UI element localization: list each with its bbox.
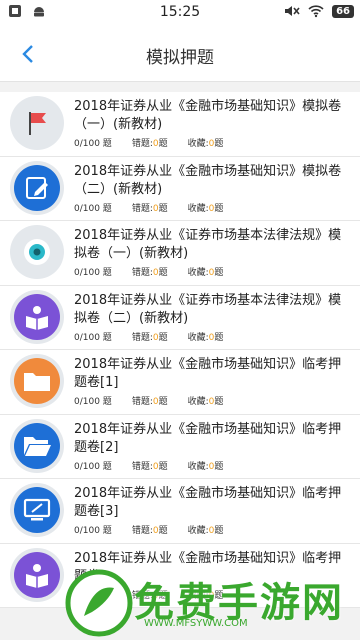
- list-item[interactable]: 2018年证券从业《金融市场基础知识》模拟卷（一）(新教材) 0/100 题 错题:…: [0, 92, 360, 157]
- list-item[interactable]: 2018年证券从业《金融市场基础知识》临考押题卷[2] 0/100 题 错题:0题 收…: [0, 415, 360, 479]
- item-title: 2018年证券从业《金融市场基础知识》模拟卷（二）(新教材): [74, 163, 342, 197]
- book-reader-icon: [14, 551, 60, 598]
- item-meta: 0/100 题 错题:0题 收藏:0题: [74, 330, 243, 343]
- item-icon-circle: [10, 418, 64, 473]
- list-item[interactable]: 2018年证券从业《金融市场基础知识》临考押题卷 0/100 题 错题:0题 收藏:0…: [0, 544, 360, 608]
- nav-bar: 模拟押题: [0, 26, 360, 82]
- item-errors: 错题:0题: [131, 139, 168, 149]
- item-favorites: 收藏:0题: [187, 268, 224, 278]
- item-title: 2018年证券从业《金融市场基础知识》临考押题卷[1]: [74, 357, 342, 390]
- item-meta: 0/100 题 错题:0题 收藏:0题: [74, 523, 243, 536]
- item-icon-circle: [10, 225, 64, 279]
- item-progress: 0/100 题: [74, 268, 112, 278]
- item-errors: 错题:0题: [131, 397, 168, 407]
- mute-icon: [285, 6, 300, 16]
- item-progress: 0/100 题: [74, 332, 112, 343]
- item-meta: 0/100 题 错题:0题 收藏:0题: [74, 394, 243, 407]
- item-icon-circle: [10, 547, 64, 602]
- item-favorites: 收藏:0题: [187, 139, 224, 149]
- item-favorites: 收藏:0题: [187, 203, 224, 214]
- item-title: 2018年证券从业《证券市场基本法律法规》模拟卷（一）(新教材): [74, 228, 342, 261]
- item-meta: 0/100 题 错题:0题 收藏:0题: [74, 136, 243, 149]
- item-progress: 0/100 题: [74, 203, 112, 214]
- item-title: 2018年证券从业《金融市场基础知识》模拟卷（一）(新教材): [74, 99, 342, 132]
- page-title: 模拟押题: [146, 48, 214, 68]
- wifi-icon: [308, 5, 324, 18]
- item-favorites: 收藏:0题: [187, 397, 224, 407]
- item-progress: 0/100 题: [74, 139, 112, 149]
- status-bar: 15:25 66: [0, 0, 360, 26]
- item-progress: 0/100 题: [74, 397, 112, 407]
- item-icon-circle: [10, 289, 64, 344]
- status-icons-right: 66: [284, 4, 354, 18]
- item-meta: 0/100 题 错题:0题 收藏:0题: [74, 459, 243, 472]
- item-errors: 错题:0题: [131, 332, 168, 343]
- list-item[interactable]: 2018年证券从业《金融市场基础知识》临考押题卷[1] 0/100 题 错题:0题 收…: [0, 350, 360, 415]
- list-item[interactable]: 2018年证券从业《证券市场基本法律法规》模拟卷（二）(新教材) 0/100 题 错…: [0, 286, 360, 350]
- item-favorites: 收藏:0题: [187, 590, 224, 601]
- item-errors: 错题:0题: [131, 590, 168, 601]
- item-title: 2018年证券从业《金融市场基础知识》临考押题卷: [74, 550, 342, 584]
- item-icon-circle: [10, 160, 64, 215]
- list-item[interactable]: 2018年证券从业《证券市场基本法律法规》模拟卷（一）(新教材) 0/100 题 错…: [0, 221, 360, 286]
- eye-icon: [14, 229, 60, 275]
- item-errors: 错题:0题: [131, 203, 168, 214]
- item-meta: 0/100 题 错题:0题 收藏:0题: [74, 201, 243, 214]
- item-icon-circle: [10, 354, 64, 408]
- item-progress: 0/100 题: [74, 590, 112, 601]
- item-meta: 0/100 题 错题:0题 收藏:0题: [74, 588, 243, 601]
- item-favorites: 收藏:0题: [187, 526, 224, 536]
- item-title: 2018年证券从业《证券市场基本法律法规》模拟卷（二）(新教材): [74, 292, 342, 326]
- item-progress: 0/100 题: [74, 526, 112, 536]
- item-icon-circle: [10, 483, 64, 537]
- watermark-subtext: WWW.MFSYWW.COM: [144, 618, 248, 629]
- exam-list: 2018年证券从业《金融市场基础知识》模拟卷（一）(新教材) 0/100 题错题:…: [0, 92, 360, 608]
- item-errors: 错题:0题: [131, 268, 168, 278]
- battery-indicator: 66: [332, 4, 354, 18]
- item-icon-circle: [10, 96, 64, 150]
- monitor-icon: [14, 487, 60, 533]
- item-meta: 0/100 题 错题:0题 收藏:0题: [74, 265, 243, 278]
- item-title: 2018年证券从业《金融市场基础知识》临考押题卷[3]: [74, 486, 342, 519]
- item-favorites: 收藏:0题: [187, 461, 224, 472]
- item-progress: 0/100 题: [74, 461, 112, 472]
- item-favorites: 收藏:0题: [187, 332, 224, 343]
- list-item[interactable]: 2018年证券从业《金融市场基础知识》临考押题卷[3] 0/100 题 错题:0题 收…: [0, 479, 360, 544]
- folder-icon: [14, 358, 60, 404]
- flag-icon: [14, 100, 60, 146]
- edit-icon: [14, 164, 60, 211]
- folder-open-icon: [14, 422, 60, 469]
- item-errors: 错题:0题: [131, 461, 168, 472]
- list-item[interactable]: 2018年证券从业《金融市场基础知识》模拟卷（二）(新教材) 0/100 题 错题:…: [0, 157, 360, 221]
- book-reader-icon: [14, 293, 60, 340]
- item-title: 2018年证券从业《金融市场基础知识》临考押题卷[2]: [74, 421, 342, 455]
- item-errors: 错题:0题: [131, 526, 168, 536]
